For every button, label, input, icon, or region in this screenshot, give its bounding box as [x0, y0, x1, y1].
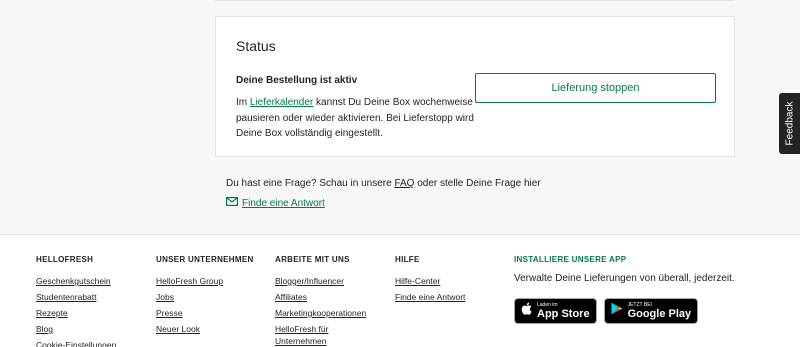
feedback-label: Feedback	[784, 101, 796, 146]
footer-col-hilfe: HILFE Hilfe-Center Finde eine Antwort	[395, 255, 465, 305]
footer-link-gutschein[interactable]: Geschenkgutschein	[36, 273, 116, 289]
footer-link-rezepte[interactable]: Rezepte	[36, 305, 116, 321]
apple-icon	[521, 302, 532, 320]
footer-heading-arbeite: ARBEITE MIT UNS	[275, 255, 350, 264]
footer-link-affiliates[interactable]: Affiliates	[275, 289, 375, 305]
footer-col-unternehmen: UNSER UNTERNEHMEN HelloFresh Group Jobs …	[156, 255, 254, 337]
footer-link-marketing[interactable]: Marketingkooperationen	[275, 305, 375, 321]
footer-link-blogger[interactable]: Blogger/Influencer	[275, 273, 375, 289]
app-description: Verwalte Deine Lieferungen von überall, …	[514, 273, 735, 284]
status-heading: Deine Bestellung ist aktiv	[236, 75, 358, 86]
feedback-tab[interactable]: Feedback	[779, 93, 800, 154]
lieferkalender-link[interactable]: Lieferkalender	[250, 97, 313, 108]
faq-text-before: Du hast eine Frage? Schau in unsere	[226, 178, 395, 189]
footer-link-hilfe-center[interactable]: Hilfe-Center	[395, 273, 465, 289]
footer-link-neuer-look[interactable]: Neuer Look	[156, 321, 254, 337]
footer-heading-hellofresh: HELLOFRESH	[36, 255, 94, 264]
footer-col-arbeite: ARBEITE MIT UNS Blogger/Influencer Affil…	[275, 255, 375, 347]
footer-link-group[interactable]: HelloFresh Group	[156, 273, 254, 289]
footer-link-jobs[interactable]: Jobs	[156, 289, 254, 305]
top-divider	[215, 0, 735, 1]
footer-link-finde-antwort[interactable]: Finde eine Antwort	[395, 289, 465, 305]
find-answer-link[interactable]: Finde eine Antwort	[226, 197, 325, 209]
stop-delivery-button[interactable]: Lieferung stoppen	[475, 73, 716, 103]
footer-link-cookie[interactable]: Cookie-Einstellungen	[36, 337, 116, 347]
footer-link-presse[interactable]: Presse	[156, 305, 254, 321]
footer-link-unternehmen[interactable]: HelloFresh für Unternehmen	[275, 323, 345, 347]
status-title: Status	[236, 38, 276, 54]
google-play-big: Google Play	[627, 308, 692, 320]
faq-line: Du hast eine Frage? Schau in unsere FAQ …	[226, 178, 541, 189]
faq-link[interactable]: FAQ	[394, 178, 414, 189]
faq-text-after: oder stelle Deine Frage hier	[414, 178, 541, 189]
google-play-icon	[611, 302, 623, 320]
google-play-badge[interactable]: JETZT BEI Google Play	[603, 298, 699, 324]
footer-heading-app: INSTALLIERE UNSERE APP	[514, 255, 627, 264]
footer-heading-hilfe: HILFE	[395, 255, 420, 264]
app-store-badge[interactable]: Laden im App Store	[514, 298, 597, 324]
envelope-icon	[226, 197, 239, 209]
footer-link-studentenrabatt[interactable]: Studentenrabatt	[36, 289, 116, 305]
footer-link-blog[interactable]: Blog	[36, 321, 116, 337]
footer-col-app: INSTALLIERE UNSERE APP Verwalte Deine Li…	[514, 255, 754, 324]
status-description: Im Lieferkalender kannst Du Deine Box wo…	[236, 95, 476, 142]
status-text-before: Im	[236, 97, 250, 108]
store-badges: Laden im App Store JETZT BEI Google Play	[514, 298, 754, 324]
footer-col-hellofresh: HELLOFRESH Geschenkgutschein Studentenra…	[36, 255, 116, 347]
find-answer-label: Finde eine Antwort	[242, 197, 325, 209]
footer-heading-unternehmen: UNSER UNTERNEHMEN	[156, 255, 254, 264]
footer: HELLOFRESH Geschenkgutschein Studentenra…	[0, 234, 800, 347]
app-store-big: App Store	[537, 308, 590, 320]
status-card: Status Deine Bestellung ist aktiv Im Lie…	[215, 16, 735, 157]
